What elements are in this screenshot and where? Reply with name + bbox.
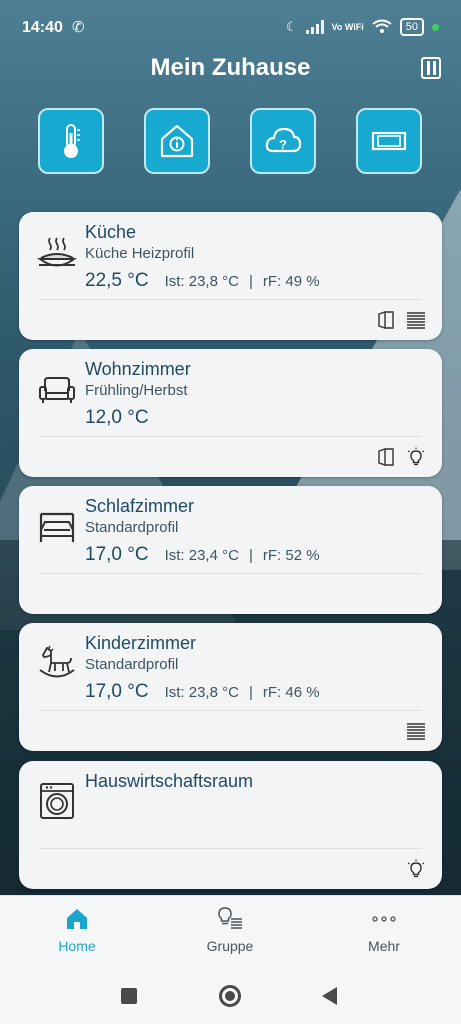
divider [39,299,422,300]
actual-temperature: Ist: 23,8 °C [164,273,239,290]
back-button[interactable] [322,987,337,1005]
room-card-kinderzimmer[interactable]: Kinderzimmer Standardprofil 17,0 °C Ist:… [19,623,442,751]
setpoint-temperature: 17,0 °C [85,544,149,565]
separator: | [248,547,253,564]
system-home-button[interactable] [219,985,241,1007]
room-card-hauswirtschaftsraum[interactable]: Hauswirtschaftsraum [19,761,442,889]
bed-icon [37,506,77,546]
phone-call-icon: ✆ [72,19,85,36]
bottom-navigation: Home Gruppe Mehr [0,895,461,970]
room-status-icons [406,859,426,879]
relative-humidity: rF: 46 % [262,684,320,701]
room-temperatures: 17,0 °C Ist: 23,4 °C | rF: 52 % [85,544,320,566]
relative-humidity: rF: 49 % [262,273,320,290]
setpoint-temperature: 12,0 °C [85,407,149,428]
sofa-icon [37,369,77,409]
page-title: Mein Zuhause [150,54,311,81]
radiator-icon [407,312,425,329]
room-status-icons [406,721,426,741]
setpoint-temperature: 22,5 °C [85,270,149,291]
separator: | [248,273,253,290]
room-profile: Standardprofil [85,519,179,536]
room-status-icons [376,447,426,467]
rocking-horse-icon [37,643,77,683]
thermometer-icon [64,124,80,158]
room-status-icons [376,310,426,330]
room-name: Wohnzimmer [85,359,191,379]
quick-actions-bar: ? [38,108,424,174]
actual-temperature: Ist: 23,4 °C [164,547,239,564]
divider [39,710,422,711]
system-navigation-bar [0,970,461,1024]
room-profile: Frühling/Herbst [85,382,188,399]
actual-temperature: Ist: 23,8 °C [164,684,239,701]
room-card-kueche[interactable]: Küche Küche Heizprofil 22,5 °C Ist: 23,8… [19,212,442,340]
room-name: Küche [85,222,137,242]
house-info-icon [160,124,194,158]
more-dots-icon [372,916,396,922]
divider [39,848,422,849]
room-temperatures: 22,5 °C Ist: 23,8 °C | rF: 49 % [85,270,320,292]
battery-icon: 50 [399,18,424,36]
setpoint-temperature: 17,0 °C [85,681,149,702]
home-icon [67,909,87,929]
recent-apps-button[interactable] [121,988,137,1004]
weather-button[interactable]: ? [250,108,316,174]
nav-more-label: Mehr [368,938,400,954]
vowifi-label: Vo WiFi [331,21,364,32]
window-open-icon [378,311,394,329]
radiator-icon [407,723,425,740]
nav-home[interactable]: Home [22,906,132,954]
wifi-icon [372,19,392,36]
moon-icon: ☾ [285,19,298,34]
signal-icon [305,20,324,34]
room-card-schlafzimmer[interactable]: Schlafzimmer Standardprofil 17,0 °C Ist:… [19,486,442,614]
divider [39,436,422,437]
status-time: 14:40 [22,19,63,36]
food-bowl-icon [37,232,77,272]
room-temperatures: 17,0 °C Ist: 23,8 °C | rF: 46 % [85,681,320,703]
relative-humidity: rF: 52 % [262,547,320,564]
nav-more[interactable]: Mehr [329,906,439,954]
room-temperatures: 12,0 °C [85,407,149,429]
window-icon [371,131,407,151]
nav-group-label: Gruppe [206,938,254,954]
cloud-question-icon: ? [265,127,302,153]
nav-group[interactable]: Gruppe [175,906,285,954]
thermometer-button[interactable] [38,108,104,174]
room-name: Kinderzimmer [85,633,197,653]
light-bulb-icon [407,447,425,466]
recording-dot-icon [432,23,439,31]
group-icon [218,907,242,929]
light-bulb-icon [407,859,425,878]
room-profile: Standardprofil [85,656,179,673]
svg-text:?: ? [279,137,287,152]
washing-machine-icon [37,781,77,821]
nav-home-label: Home [58,938,96,954]
room-name: Hauswirtschaftsraum [85,771,254,791]
divider [39,573,422,574]
room-view-toggle-button[interactable] [421,57,441,79]
room-card-wohnzimmer[interactable]: Wohnzimmer Frühling/Herbst 12,0 °C [19,349,442,477]
room-name: Schlafzimmer [85,496,195,516]
window-open-icon [378,448,394,466]
house-info-button[interactable] [144,108,210,174]
separator: | [248,684,253,701]
status-bar: 14:40 ✆ ☾ Vo WiFi 50 [0,0,461,56]
window-button[interactable] [356,108,422,174]
room-profile: Küche Heizprofil [85,245,195,262]
app-header: Mein Zuhause [0,50,461,86]
